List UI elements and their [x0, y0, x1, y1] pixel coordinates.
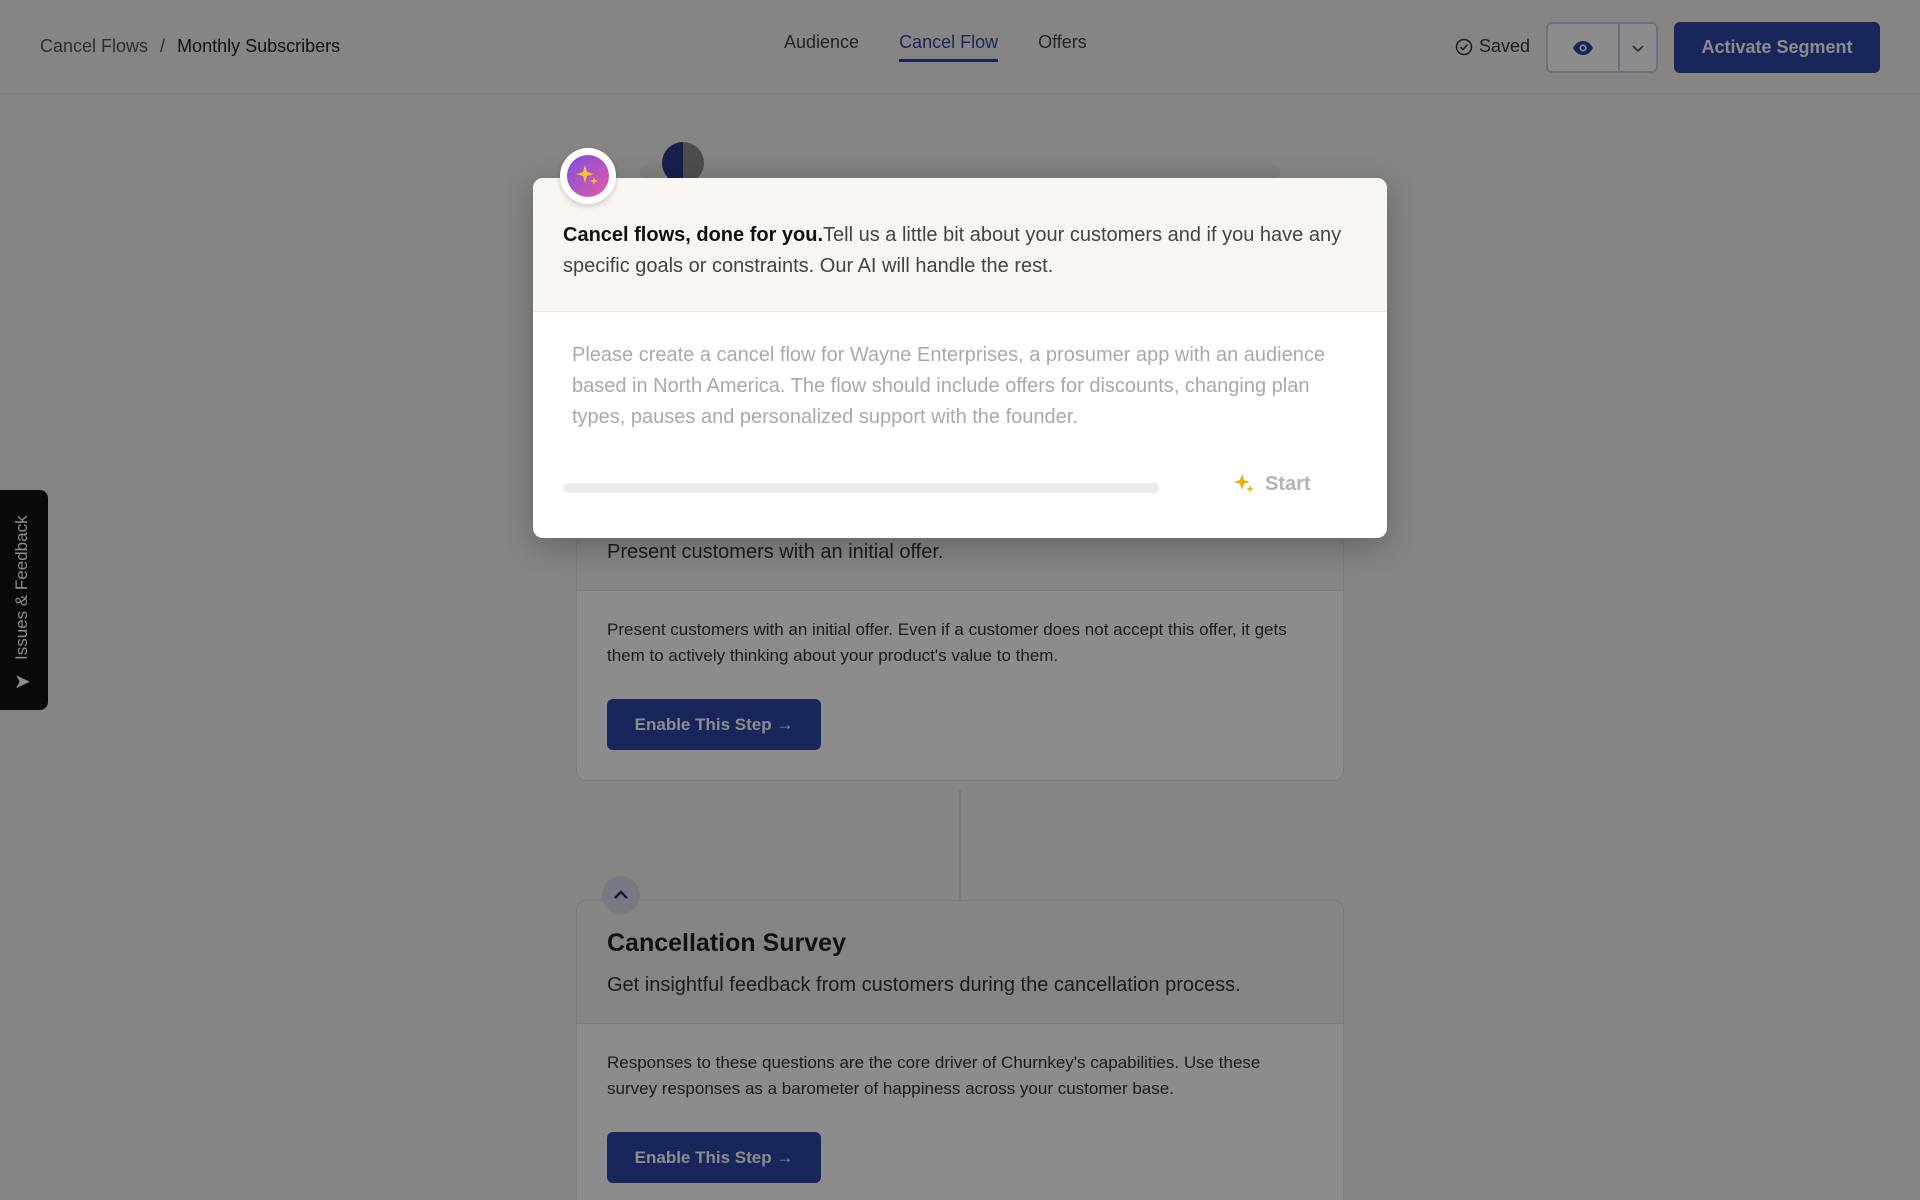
sparkle-icon [1234, 474, 1254, 493]
ai-prompt-input[interactable]: Please create a cancel flow for Wayne En… [572, 340, 1352, 433]
sparkle-icon [576, 165, 598, 185]
ai-badge [560, 148, 616, 204]
ai-cancel-flow-modal: Cancel flows, done for you.Tell us a lit… [533, 148, 1387, 538]
generation-progress-bar [563, 483, 1159, 493]
ai-badge-circle [567, 155, 609, 197]
start-label: Start [1265, 472, 1311, 495]
start-button[interactable]: Start [1233, 472, 1311, 496]
modal-headline-bold: Cancel flows, done for you. [563, 224, 824, 246]
modal-header: Cancel flows, done for you.Tell us a lit… [533, 178, 1387, 312]
